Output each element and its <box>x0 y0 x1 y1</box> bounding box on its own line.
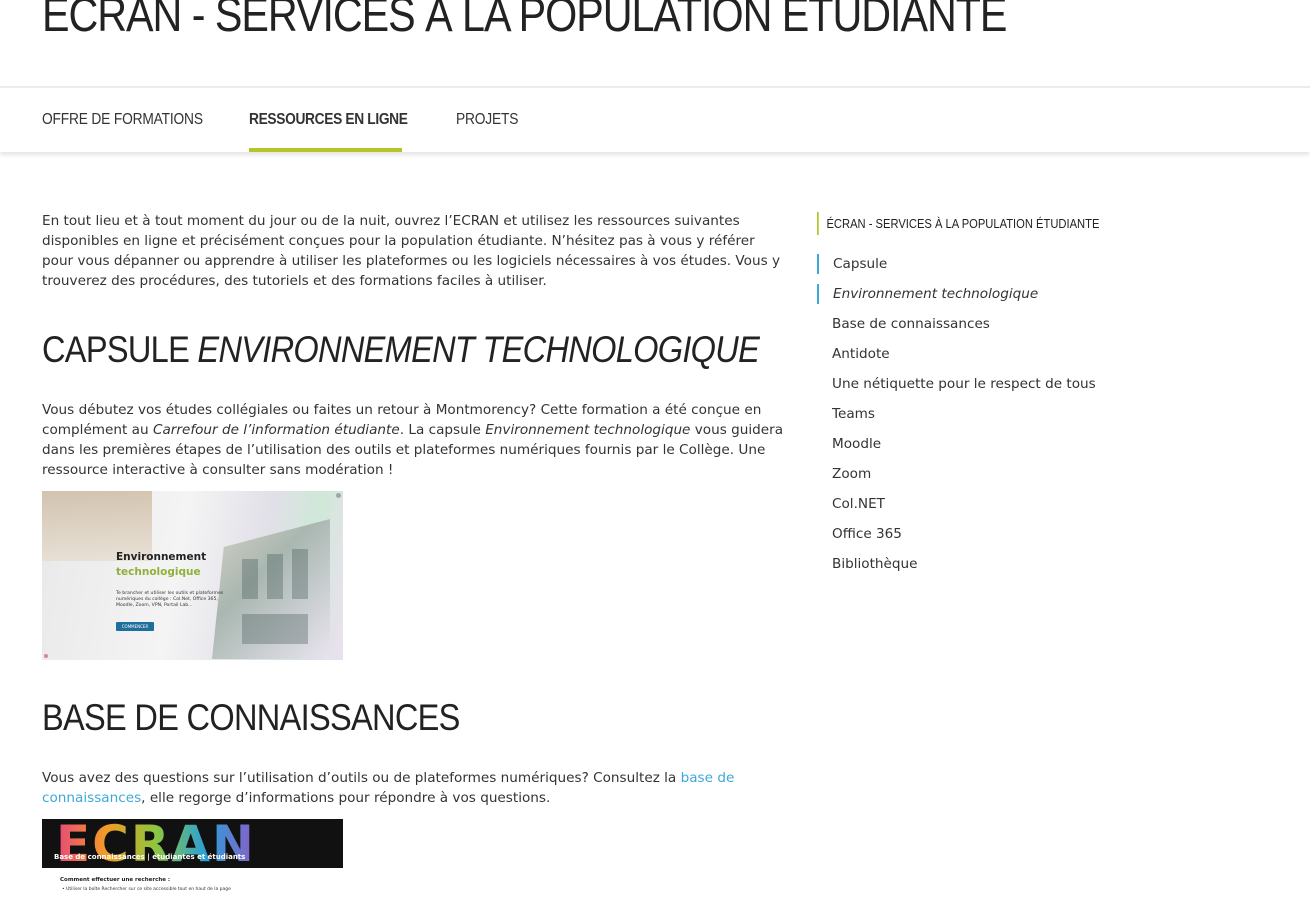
active-tab-indicator <box>249 148 402 152</box>
capsule-heading: Capsule Environnement technologique <box>42 329 760 371</box>
sidebar-item-environnement-technologique[interactable]: Environnement technologique <box>817 284 1038 304</box>
sidebar-item-bibliotheque[interactable]: Bibliothèque <box>832 554 918 574</box>
sidebar-item-antidote[interactable]: Antidote <box>832 344 890 364</box>
page-title: ÉCRAN - SERVICES À LA POPULATION ÉTUDIAN… <box>42 0 1007 42</box>
sidebar-item-teams[interactable]: Teams <box>832 404 875 424</box>
base-image-line1: Comment effectuer une recherche : <box>60 877 171 883</box>
capsule-text-2: . La capsule <box>399 422 486 438</box>
ecran-logo: ECRAN <box>56 819 256 873</box>
sidebar-item-netiquette[interactable]: Une nétiquette pour le respect de tous <box>832 374 1096 394</box>
building-illustration <box>212 519 330 659</box>
sidebar-item-colnet[interactable]: Col.NET <box>832 494 885 514</box>
tab-ressources-en-ligne[interactable]: Ressources en ligne <box>249 88 408 152</box>
sidebar-item-moodle[interactable]: Moodle <box>832 434 881 454</box>
capsule-heading-plain: Capsule <box>42 329 198 370</box>
base-paragraph: Vous avez des questions sur l’utilisatio… <box>42 768 742 808</box>
environnement-emphasis: Environnement technologique <box>485 422 691 438</box>
sidebar-item-zoom[interactable]: Zoom <box>832 464 871 484</box>
carrefour-emphasis: Carrefour de l’information étudiante <box>152 422 400 438</box>
sidebar-item-capsule[interactable]: Capsule <box>817 254 887 274</box>
tab-projets[interactable]: Projets <box>456 88 518 152</box>
base-text-2: , elle regorge d’informations pour répon… <box>141 790 551 806</box>
base-image-label: Base de connaissances | étudiantes et ét… <box>54 853 246 861</box>
sidebar-item-office-365[interactable]: Office 365 <box>832 524 902 544</box>
tab-offre-de-formations[interactable]: Offre de formations <box>42 88 203 152</box>
capsule-image[interactable]: Environnement technologique Te brancher … <box>42 491 343 660</box>
sidebar-title[interactable]: ÉCRAN - Services à la population étudian… <box>817 212 1099 235</box>
base-text-1: Vous avez des questions sur l’utilisatio… <box>42 770 681 786</box>
capsule-image-title: Environnement <box>116 551 207 563</box>
section-tabs: Offre de formations Ressources en ligne … <box>0 88 1310 152</box>
base-image[interactable]: ECRAN Base de connaissances | étudiantes… <box>42 819 343 901</box>
sidebar-item-base-de-connaissances[interactable]: Base de connaissances <box>832 314 990 334</box>
capsule-paragraph: Vous débutez vos études collégiales ou f… <box>42 400 787 480</box>
capsule-image-description: Te brancher et utiliser les outils et pl… <box>116 591 224 608</box>
commencer-button[interactable]: COMMENCER <box>116 622 154 631</box>
capsule-heading-italic: Environnement technologique <box>197 329 760 370</box>
base-image-line2: • Utiliser la boîte Rechercher sur ce si… <box>62 887 231 892</box>
intro-paragraph: En tout lieu et à tout moment du jour ou… <box>42 213 781 289</box>
base-heading: Base de connaissances <box>42 697 460 738</box>
capsule-image-subtitle: technologique <box>116 566 201 578</box>
